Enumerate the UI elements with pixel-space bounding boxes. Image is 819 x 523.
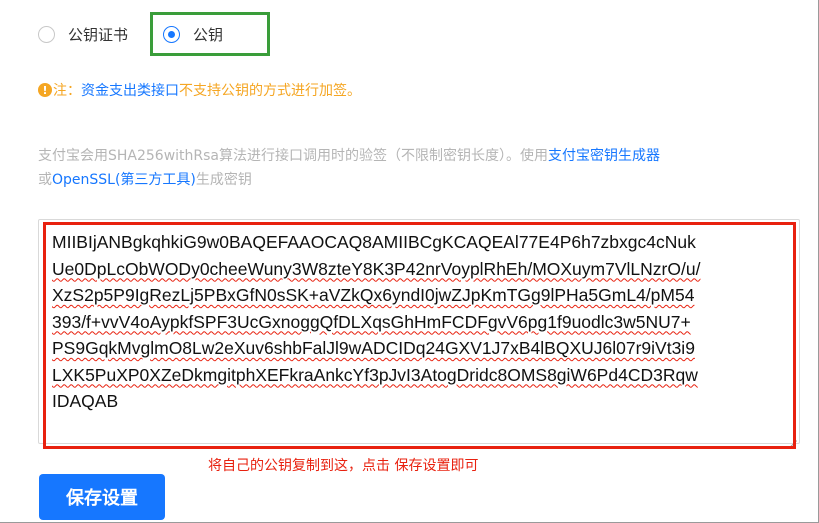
key-line: 393/f+vvV4oAypkfSPF3UcGxnoggQfDLXqsGhHmF… [52,311,691,332]
desc-text-2: 或 [38,172,52,188]
key-line: XzS2p5P9IgRezLj5PBxGfN0sSK+aVZkQx6yndI0j… [52,285,695,305]
key-generator-link[interactable]: 支付宝密钥生成器 [548,148,660,164]
key-line: IDAQAB [52,391,119,411]
annotation-hint: 将自己的公钥复制到这，点击 保存设置即可 [208,458,479,474]
notice-line: ! 注： 资金支出类接口 不支持公钥的方式进行加签。 [38,80,361,100]
info-icon: ! [38,83,52,97]
public-key-value[interactable]: MIIBIjANBgkqhkiG9w0BAQEFAAOCAQ8AMIIBCgKC… [52,229,797,415]
notice-link[interactable]: 资金支出类接口 [81,80,179,100]
key-line: LXK5PuXP0XZeDkmgitphXEFkraAnkcYf3pJvI3At… [52,364,698,385]
radio-label-cert: 公钥证书 [68,26,129,44]
desc-text-3: 生成密钥 [195,172,252,188]
openssl-link[interactable]: OpenSSL(第三方工具) [52,172,196,188]
green-highlight-annotation [150,12,270,56]
save-settings-button[interactable]: 保存设置 [39,474,165,520]
key-line: PS9GqkMvglmO8Lw2eXuv6shbFalJl9wADCIDq24G… [52,338,695,358]
notice-text: 不支持公钥的方式进行加签。 [179,83,361,99]
key-description: 支付宝会用SHA256withRsa算法进行接口调用时的验签（不限制密钥长度）。… [38,144,808,192]
radio-public-key-cert[interactable]: 公钥证书 [38,24,128,45]
radio-unchecked-icon[interactable] [38,26,55,43]
notice-prefix: 注： [53,83,81,99]
key-line: MIIBIjANBgkqhkiG9w0BAQEFAAOCAQ8AMIIBCgKC… [52,232,696,252]
desc-text-1: 支付宝会用SHA256withRsa算法进行接口调用时的验签（不限制密钥长度）。… [38,148,549,164]
key-line: Ue0DpLcObWODy0cheeWuny3W8zteY8K3P42nrVoy… [52,258,701,279]
resize-handle-icon[interactable] [789,433,797,441]
